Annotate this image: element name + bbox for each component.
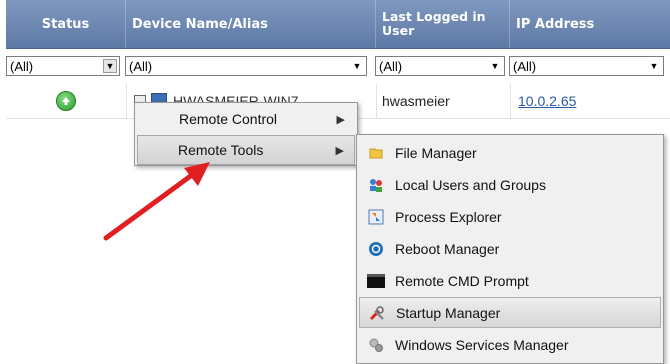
- chevron-down-icon[interactable]: ▼: [647, 59, 661, 73]
- status-header-label: Status: [41, 16, 90, 32]
- last-user-text: hwasmeier: [382, 93, 450, 109]
- remote-control-label: Remote Control: [179, 111, 278, 127]
- menu-item-startup-manager[interactable]: Startup Manager: [359, 297, 661, 328]
- column-header-status[interactable]: Status: [6, 0, 126, 48]
- column-header-ip[interactable]: IP Address: [510, 0, 670, 48]
- process-explorer-label: Process Explorer: [395, 208, 502, 225]
- chevron-right-icon: ▶: [335, 144, 344, 157]
- last-user-filter-value: (All): [379, 58, 403, 74]
- chevron-down-icon[interactable]: ▼: [488, 59, 502, 73]
- chevron-right-icon: ▶: [336, 113, 345, 126]
- ip-filter[interactable]: (All) ▼: [509, 56, 664, 76]
- chevron-down-icon[interactable]: ▼: [350, 59, 364, 73]
- status-filter-value: (All): [10, 58, 34, 74]
- device-filter-value: (All): [129, 58, 153, 74]
- ip-filter-value: (All): [513, 58, 537, 74]
- annotation-arrow-icon: [103, 162, 210, 241]
- chevron-down-icon[interactable]: ▼: [103, 59, 117, 73]
- status-filter[interactable]: (All) ▼: [6, 56, 120, 76]
- file-manager-label: File Manager: [395, 144, 477, 161]
- remote-cmd-label: Remote CMD Prompt: [395, 272, 529, 289]
- column-divider: [376, 84, 377, 118]
- menu-item-file-manager[interactable]: File Manager: [359, 137, 661, 168]
- process-icon: [367, 208, 385, 226]
- cmd-icon: [367, 272, 385, 290]
- last-user-filter[interactable]: (All) ▼: [375, 56, 505, 76]
- online-status-icon: [56, 91, 76, 111]
- tools-icon: [368, 304, 386, 322]
- windows-services-label: Windows Services Manager: [395, 336, 569, 353]
- device-header-label: Device Name/Alias: [132, 16, 268, 32]
- remote-tools-submenu: File Manager Local Users and Groups Proc…: [356, 134, 664, 364]
- reboot-icon: [367, 240, 385, 258]
- menu-item-windows-services[interactable]: Windows Services Manager: [359, 329, 661, 360]
- last-user-header-label: Last Logged in User: [382, 9, 486, 38]
- column-header-last-user[interactable]: Last Logged in User: [376, 0, 510, 48]
- ip-header-label: IP Address: [516, 16, 595, 32]
- reboot-manager-label: Reboot Manager: [395, 240, 500, 257]
- filter-row: (All) ▼ (All) ▼ (All) ▼ (All) ▼: [6, 50, 670, 80]
- device-filter[interactable]: (All) ▼: [125, 56, 367, 76]
- menu-item-reboot-manager[interactable]: Reboot Manager: [359, 233, 661, 264]
- grid-header: Status Device Name/Alias Last Logged in …: [6, 0, 670, 49]
- folder-icon: [367, 144, 385, 162]
- services-icon: [367, 336, 385, 354]
- status-cell: [6, 84, 126, 118]
- column-header-device[interactable]: Device Name/Alias: [126, 0, 376, 48]
- local-users-label: Local Users and Groups: [395, 176, 546, 193]
- column-divider: [510, 84, 511, 118]
- menu-item-process-explorer[interactable]: Process Explorer: [359, 201, 661, 232]
- menu-item-remote-cmd[interactable]: Remote CMD Prompt: [359, 265, 661, 296]
- last-user-cell: hwasmeier: [382, 84, 506, 118]
- column-divider: [126, 84, 127, 118]
- menu-item-remote-control[interactable]: Remote Control ▶: [137, 104, 355, 134]
- startup-manager-label: Startup Manager: [396, 304, 501, 321]
- ip-address-link[interactable]: 10.0.2.65: [518, 93, 576, 109]
- users-icon: [367, 176, 385, 194]
- menu-item-local-users[interactable]: Local Users and Groups: [359, 169, 661, 200]
- ip-cell[interactable]: 10.0.2.65: [518, 84, 658, 118]
